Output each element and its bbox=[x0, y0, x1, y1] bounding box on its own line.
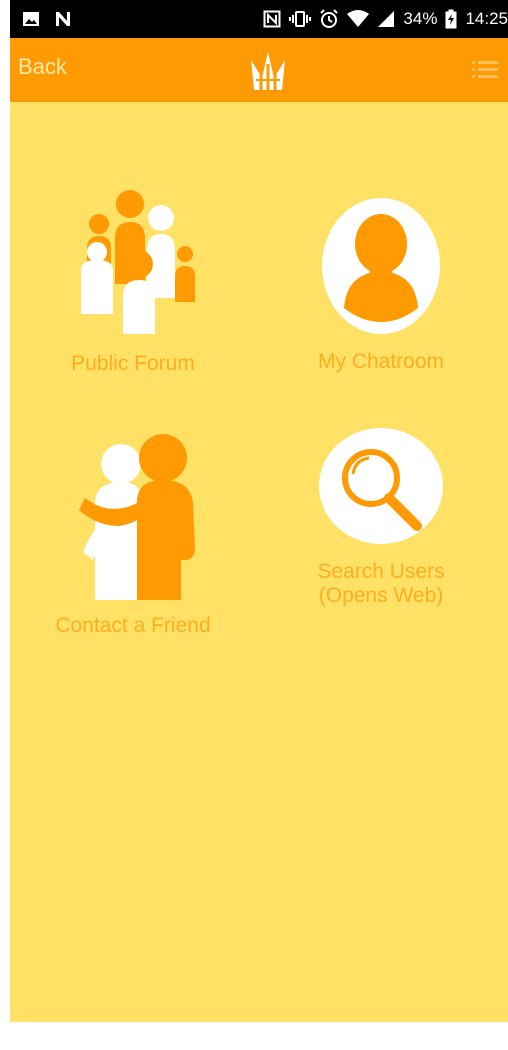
contact-friend-tile[interactable]: Contact a Friend bbox=[28, 432, 238, 638]
magnifier-icon bbox=[276, 428, 486, 546]
image-icon bbox=[22, 11, 40, 27]
signal-icon bbox=[377, 10, 395, 28]
status-bar: 34% 14:25 bbox=[10, 0, 508, 38]
wifi-icon bbox=[347, 10, 370, 28]
flame-logo-icon[interactable] bbox=[248, 48, 288, 97]
clock-time: 14:25 bbox=[465, 9, 508, 28]
my-chatroom-label: My Chatroom bbox=[317, 350, 445, 373]
search-users-tile[interactable]: Search Users (Opens Web) bbox=[276, 428, 486, 608]
my-chatroom-tile[interactable]: My Chatroom bbox=[276, 196, 486, 374]
nfc-icon bbox=[263, 10, 281, 28]
person-avatar-icon bbox=[276, 196, 486, 336]
friends-hug-icon bbox=[28, 432, 238, 600]
group-people-icon bbox=[28, 188, 238, 338]
public-forum-tile[interactable]: Public Forum bbox=[28, 188, 238, 376]
back-button[interactable]: Back bbox=[18, 54, 67, 80]
status-right-icons: 34% 14:25 bbox=[263, 9, 508, 29]
menu-icon[interactable] bbox=[472, 60, 498, 85]
status-left-icons bbox=[22, 10, 72, 28]
main-content: Public Forum My Chatroom Contact a Frien bbox=[10, 102, 508, 1022]
battery-icon bbox=[445, 9, 457, 29]
contact-friend-label: Contact a Friend bbox=[55, 614, 211, 637]
battery-percent: 34% bbox=[403, 9, 438, 28]
alarm-icon bbox=[319, 9, 339, 29]
app-bar: Back bbox=[10, 38, 508, 102]
public-forum-label: Public Forum bbox=[71, 352, 195, 375]
bottom-strip bbox=[10, 1022, 508, 1050]
search-users-label: Search Users (Opens Web) bbox=[317, 560, 445, 608]
vibrate-icon bbox=[289, 10, 312, 28]
n-app-icon bbox=[54, 10, 72, 28]
